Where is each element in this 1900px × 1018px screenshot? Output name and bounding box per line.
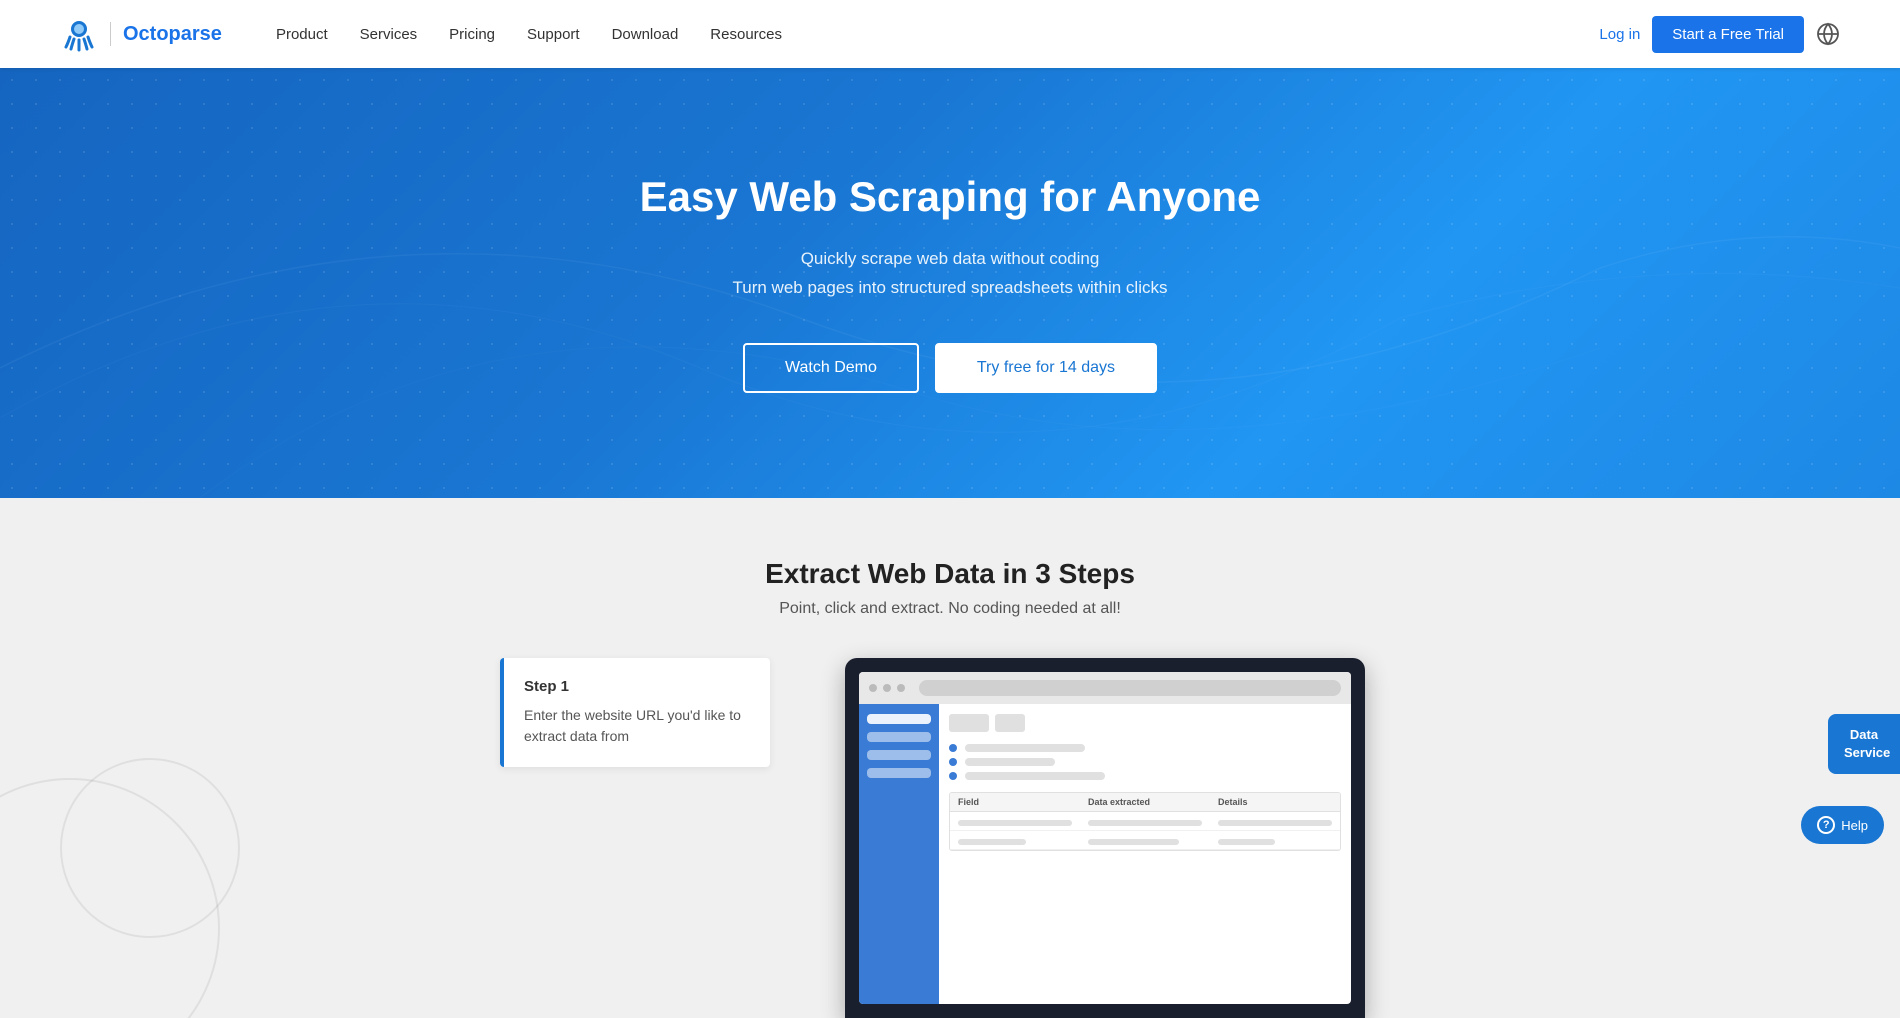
- nav-services[interactable]: Services: [346, 18, 432, 51]
- nav-support[interactable]: Support: [513, 18, 594, 51]
- hero-section: Easy Web Scraping for Anyone Quickly scr…: [0, 68, 1900, 498]
- steps-title: Extract Web Data in 3 Steps: [40, 558, 1860, 590]
- nav-pricing[interactable]: Pricing: [435, 18, 509, 51]
- step-1-description: Enter the website URL you'd like to extr…: [524, 705, 746, 747]
- td-2-3: [1210, 831, 1340, 849]
- table-row-2: [950, 831, 1340, 850]
- help-button[interactable]: ? Help: [1801, 806, 1884, 844]
- bg-circle-2: [60, 758, 240, 938]
- td-2-1: [950, 831, 1080, 849]
- hero-subtitle: Quickly scrape web data without coding T…: [640, 245, 1261, 303]
- browser-dot-1: [869, 684, 877, 692]
- brand-name: Octoparse: [123, 23, 222, 46]
- td-2-2: [1080, 831, 1210, 849]
- watch-demo-button[interactable]: Watch Demo: [743, 343, 919, 393]
- laptop-sidebar: [859, 704, 939, 1004]
- main-nav: Product Services Pricing Support Downloa…: [262, 18, 1599, 51]
- navbar: Octoparse Product Services Pricing Suppo…: [0, 0, 1900, 68]
- table-row-1: [950, 812, 1340, 831]
- laptop-btn-2: [995, 714, 1025, 732]
- table-header-field: Field: [950, 793, 1080, 811]
- list-dot-1: [949, 744, 957, 752]
- steps-content: Step 1 Enter the website URL you'd like …: [500, 658, 1400, 1018]
- td-1-1: [950, 812, 1080, 830]
- steps-section: Extract Web Data in 3 Steps Point, click…: [0, 498, 1900, 1018]
- help-circle-icon: ?: [1817, 816, 1835, 834]
- list-bar-3: [965, 772, 1105, 780]
- list-dot-2: [949, 758, 957, 766]
- steps-header: Extract Web Data in 3 Steps Point, click…: [40, 558, 1860, 618]
- nav-download[interactable]: Download: [598, 18, 693, 51]
- sidebar-mock-item-4: [867, 768, 931, 778]
- login-link[interactable]: Log in: [1599, 26, 1640, 43]
- laptop-list-row-3: [949, 772, 1341, 780]
- nav-resources[interactable]: Resources: [696, 18, 796, 51]
- start-free-trial-button[interactable]: Start a Free Trial: [1652, 16, 1804, 53]
- sidebar-mock-item-1: [867, 714, 931, 724]
- nav-product[interactable]: Product: [262, 18, 342, 51]
- browser-dot-2: [883, 684, 891, 692]
- data-service-button[interactable]: Data Service: [1828, 714, 1900, 774]
- td-1-3: [1210, 812, 1340, 830]
- hero-subtitle-line2: Turn web pages into structured spreadshe…: [640, 274, 1261, 303]
- help-label: Help: [1841, 818, 1868, 833]
- laptop-content: Field Data extracted Details: [859, 704, 1351, 1004]
- brand-logo-link[interactable]: Octoparse: [60, 15, 222, 53]
- table-header-data-extracted: Data extracted: [1080, 793, 1210, 811]
- list-bar-1: [965, 744, 1085, 752]
- table-header-row: Field Data extracted Details: [950, 793, 1340, 812]
- navbar-right: Log in Start a Free Trial: [1599, 16, 1840, 53]
- laptop-table: Field Data extracted Details: [949, 792, 1341, 851]
- step-1-card: Step 1 Enter the website URL you'd like …: [500, 658, 770, 767]
- list-dot-3: [949, 772, 957, 780]
- language-icon[interactable]: [1816, 22, 1840, 46]
- sidebar-mock-item-2: [867, 732, 931, 742]
- hero-buttons: Watch Demo Try free for 14 days: [640, 343, 1261, 393]
- laptop-list: [949, 744, 1341, 780]
- laptop-frame: Field Data extracted Details: [845, 658, 1365, 1018]
- laptop-screen: Field Data extracted Details: [859, 672, 1351, 1004]
- table-header-details: Details: [1210, 793, 1340, 811]
- laptop-header-bar: [949, 714, 1341, 732]
- brand-divider: [110, 22, 111, 46]
- hero-content: Easy Web Scraping for Anyone Quickly scr…: [640, 173, 1261, 393]
- browser-bar: [859, 672, 1351, 704]
- list-bar-2: [965, 758, 1055, 766]
- steps-subtitle: Point, click and extract. No coding need…: [40, 600, 1860, 618]
- sidebar-mock-item-3: [867, 750, 931, 760]
- laptop-illustration: Field Data extracted Details: [810, 658, 1400, 1018]
- try-free-button[interactable]: Try free for 14 days: [935, 343, 1157, 393]
- laptop-main-content: Field Data extracted Details: [939, 704, 1351, 1004]
- laptop-list-row-2: [949, 758, 1341, 766]
- laptop-list-row-1: [949, 744, 1341, 752]
- laptop-btn-1: [949, 714, 989, 732]
- browser-dot-3: [897, 684, 905, 692]
- hero-title: Easy Web Scraping for Anyone: [640, 173, 1261, 221]
- brand-logo-icon: [60, 15, 98, 53]
- browser-url-bar: [919, 680, 1341, 696]
- td-1-2: [1080, 812, 1210, 830]
- step-1-number: Step 1: [524, 678, 746, 695]
- hero-subtitle-line1: Quickly scrape web data without coding: [640, 245, 1261, 274]
